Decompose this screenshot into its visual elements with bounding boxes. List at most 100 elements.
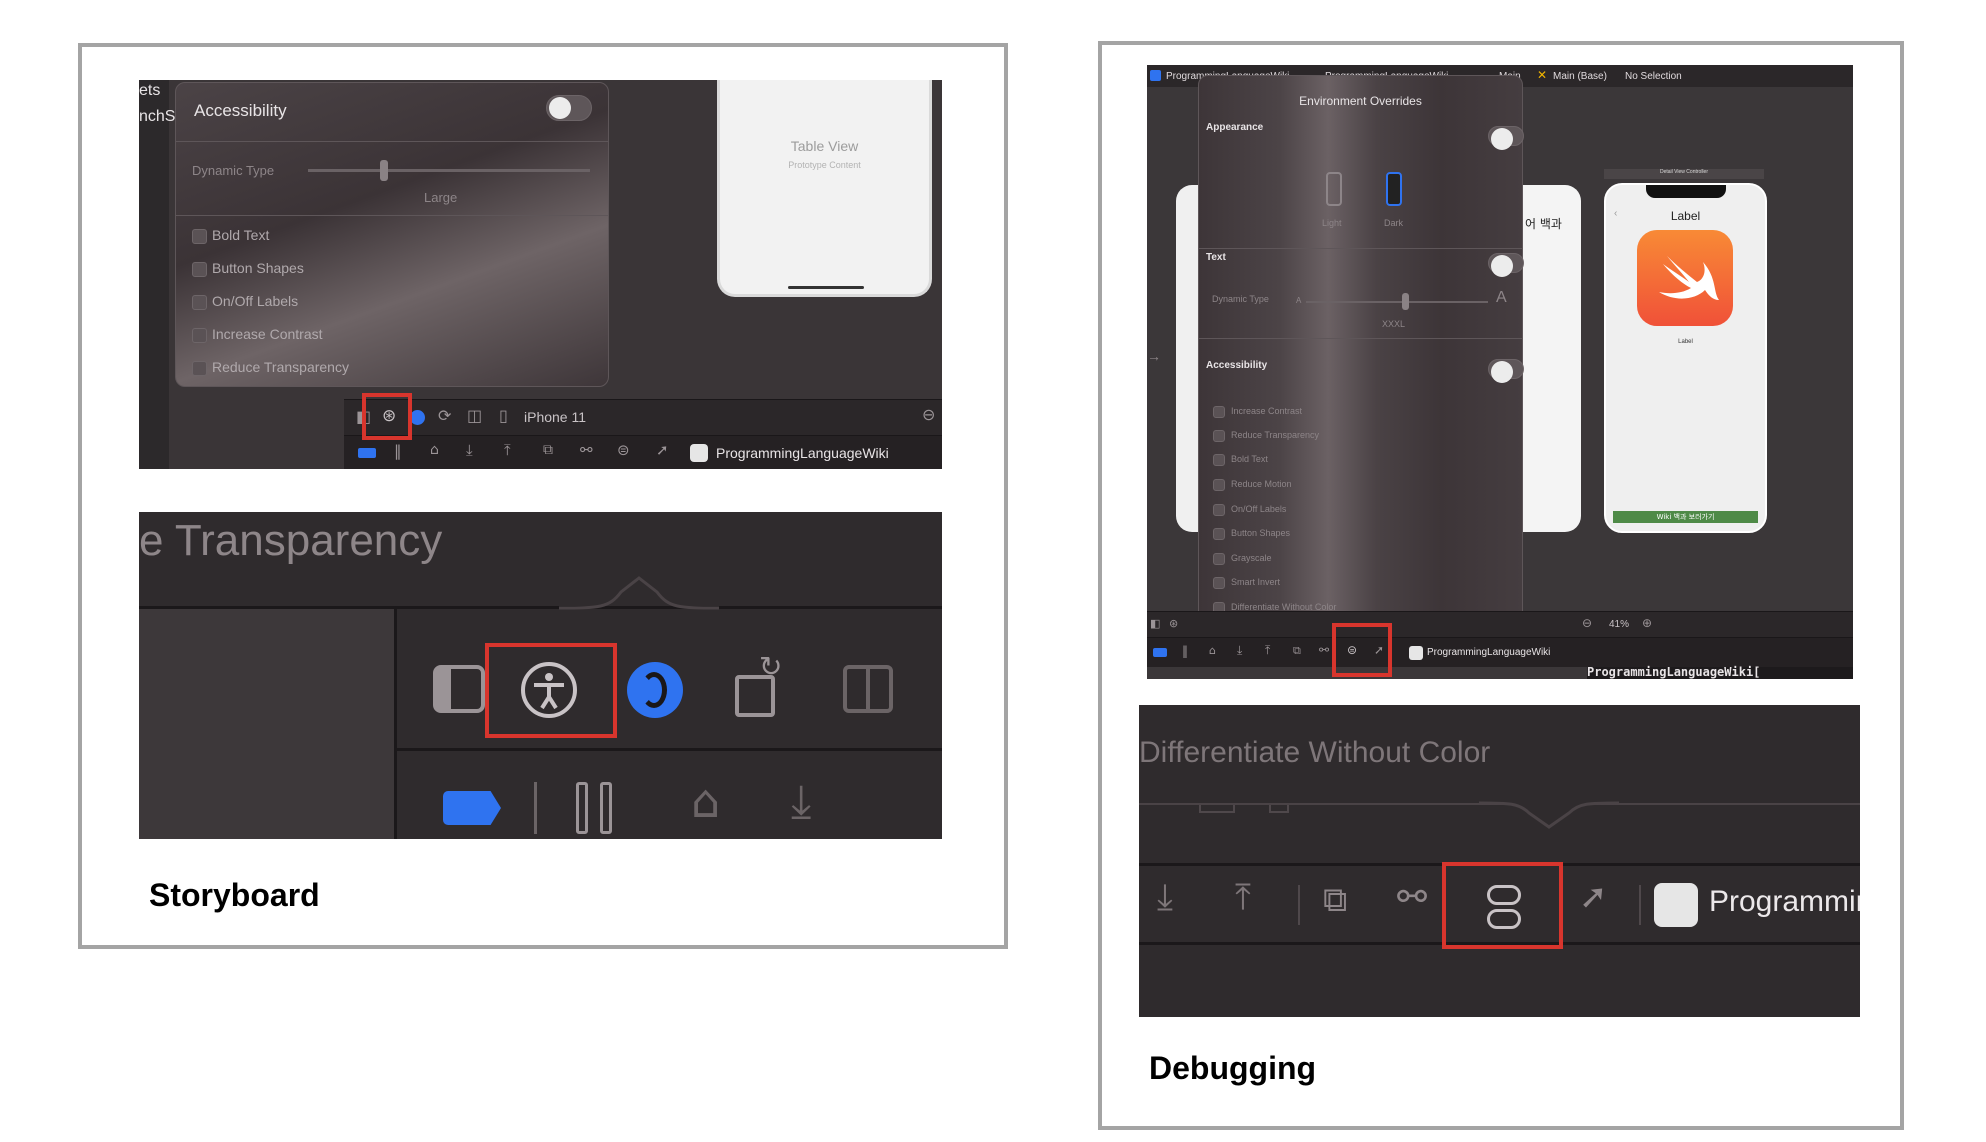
option-row[interactable]: Button Shapes [1213, 526, 1433, 544]
pause-icon[interactable] [576, 782, 614, 834]
wiki-button[interactable]: Wiki 백과 보러가기 [1613, 511, 1758, 523]
accessibility-toggle[interactable] [546, 95, 592, 121]
option-row[interactable]: Bold Text [1213, 452, 1433, 470]
dynamic-type-value: Large [424, 190, 458, 205]
option-row[interactable]: Bold Text [192, 225, 492, 251]
slider-thumb[interactable] [1402, 293, 1409, 310]
option-row[interactable]: Button Shapes [192, 258, 492, 284]
step-over-icon[interactable]: ⌂ [1209, 644, 1216, 657]
option-row[interactable]: Reduce Transparency [1213, 428, 1433, 446]
option-row[interactable]: Increase Contrast [1213, 404, 1433, 422]
zoom-out-icon[interactable]: ⊖ [922, 405, 935, 424]
debugging-zoom: Differentiate Without Color ⤓ ⤒ ⧉ ⚯ ➚ Pr… [1139, 705, 1860, 1017]
split-view-icon[interactable] [843, 665, 893, 713]
step-over-icon[interactable]: ⌂ [691, 774, 720, 828]
breadcrumb-item[interactable]: Main (Base) [1553, 71, 1607, 82]
pause-icon[interactable]: ‖ [394, 442, 402, 460]
storyboard-zoom: e Transparency ↻ ⌂ ⤓ [139, 512, 942, 839]
detail-header: Detail View Controller [1604, 169, 1764, 179]
view-hierarchy-icon[interactable]: ⧉ [1323, 880, 1347, 920]
debug-bar: ‖ ⌂ ⤓ ⤒ ⧉ ⚯ ⊜ ➚ ProgrammingLanguageWiki [1147, 637, 1853, 667]
breakpoints-icon[interactable] [1153, 648, 1167, 657]
canvas-bottom-bar: ◧ ⊛ ⟳ ◫ ▯ iPhone 11 ⊖ [344, 399, 942, 435]
option-row[interactable]: Reduce Motion [1213, 477, 1433, 495]
divider [534, 782, 537, 834]
highlight-box [485, 643, 617, 738]
memory-graph-icon[interactable]: ⚯ [1319, 643, 1329, 657]
debugging-caption: Debugging [1149, 1050, 1317, 1086]
memory-graph-icon[interactable]: ⚯ [1397, 877, 1427, 918]
zoom-level: 41% [1609, 619, 1630, 630]
accessibility-label: Accessibility [1206, 360, 1268, 371]
dynamic-type-slider[interactable] [1306, 293, 1488, 310]
breakpoints-icon[interactable] [443, 791, 501, 825]
breadcrumb-item[interactable]: No Selection [1625, 71, 1682, 82]
option-row[interactable]: Reduce Transparency [192, 357, 492, 383]
appearance-label: Appearance [1206, 122, 1264, 133]
text-label: Text [1206, 252, 1226, 263]
step-in-icon[interactable]: ⤓ [1237, 643, 1242, 658]
location-icon[interactable]: ➚ [656, 441, 669, 459]
option-row[interactable]: Grayscale [1213, 551, 1433, 569]
canvas-bottom-bar: ◧ ⊛ ⊖ 41% ⊕ [1147, 611, 1853, 637]
view-hierarchy-icon[interactable]: ⧉ [543, 442, 553, 458]
phone-frame-middle: 어 백과 [1523, 185, 1581, 532]
korean-fragment: 어 백과 [1525, 217, 1562, 231]
table-view-title: Table View [790, 138, 859, 154]
location-icon[interactable]: ➚ [1579, 877, 1608, 917]
zoom-project[interactable]: Programmin [1709, 885, 1860, 919]
memory-graph-icon[interactable]: ⚯ [580, 441, 593, 459]
dynamic-type-value: XXXL [1382, 319, 1406, 329]
highlight-box [1442, 862, 1563, 949]
accessibility-popover: Accessibility Dynamic Type Large Bold Te… [175, 82, 609, 387]
left-fragment: nchS [139, 108, 176, 125]
view-hierarchy-icon[interactable]: ⧉ [1293, 644, 1301, 658]
breakpoints-icon[interactable] [358, 448, 376, 458]
slider-thumb[interactable] [380, 160, 388, 181]
text-toggle[interactable] [1488, 253, 1524, 277]
device-icon[interactable]: ▯ [499, 406, 508, 425]
detail-phone[interactable]: ‹ Label Label Wiki 백과 보러가기 [1604, 183, 1767, 533]
appearance-toggle[interactable] [1488, 126, 1524, 150]
small-a: A [1296, 296, 1302, 305]
left-fragment: ets [139, 82, 161, 99]
option-row[interactable]: On/Off Labels [192, 291, 492, 317]
step-out-icon[interactable]: ⤒ [504, 441, 511, 459]
table-view-phone[interactable]: Table View Prototype Content [717, 80, 932, 297]
step-in-icon[interactable]: ⤓ [1157, 877, 1173, 919]
sidebar-toggle-icon[interactable]: ◧ [1150, 617, 1160, 630]
step-out-icon[interactable]: ⤒ [1265, 643, 1270, 658]
project-name[interactable]: ProgrammingLanguageWiki [716, 445, 889, 461]
debugging-screenshot: ProgrammingLanguageWiki ProgrammingLangu… [1147, 65, 1853, 679]
light-phone-icon[interactable] [1326, 172, 1342, 206]
sidebar-toggle-icon[interactable] [433, 665, 485, 713]
option-row[interactable]: Increase Contrast [192, 324, 492, 350]
appearance-icon[interactable] [627, 662, 683, 718]
device-name[interactable]: iPhone 11 [524, 409, 586, 425]
project-name[interactable]: ProgrammingLanguageWiki [1427, 647, 1550, 658]
step-out-icon[interactable]: ⤒ [1235, 877, 1251, 919]
app-icon [1409, 646, 1423, 660]
environment-overrides-icon[interactable]: ⊜ [617, 441, 630, 459]
project-file-icon [1150, 70, 1161, 81]
pause-icon[interactable]: ‖ [1182, 644, 1188, 658]
accessibility-toggle[interactable] [1488, 359, 1524, 383]
debug-bar: ‖ ⌂ ⤓ ⤒ ⧉ ⚯ ⊜ ➚ ProgrammingLanguageWiki [344, 435, 942, 469]
step-in-icon[interactable]: ⤓ [791, 774, 811, 830]
popover-title: Accessibility [194, 101, 287, 120]
dark-phone-icon[interactable] [1386, 172, 1402, 206]
zoom-in-icon[interactable]: ⊕ [1642, 616, 1652, 630]
step-over-icon[interactable]: ⌂ [430, 442, 439, 458]
step-in-icon[interactable]: ⤓ [466, 441, 473, 459]
accessibility-icon[interactable]: ⊛ [1169, 617, 1178, 630]
home-indicator [788, 286, 864, 289]
option-row[interactable]: On/Off Labels [1213, 502, 1433, 520]
console-text: ProgrammingLanguageWiki[ [1587, 665, 1761, 679]
dynamic-type-slider[interactable] [308, 160, 590, 181]
console-area: ProgrammingLanguageWiki[ [1587, 665, 1853, 679]
zoom-out-icon[interactable]: ⊖ [1582, 616, 1592, 630]
appearance-icon[interactable] [410, 410, 425, 425]
orientation-icon[interactable]: ⟳ [438, 406, 451, 425]
option-row[interactable]: Smart Invert [1213, 575, 1433, 593]
split-view-icon[interactable]: ◫ [467, 406, 482, 425]
